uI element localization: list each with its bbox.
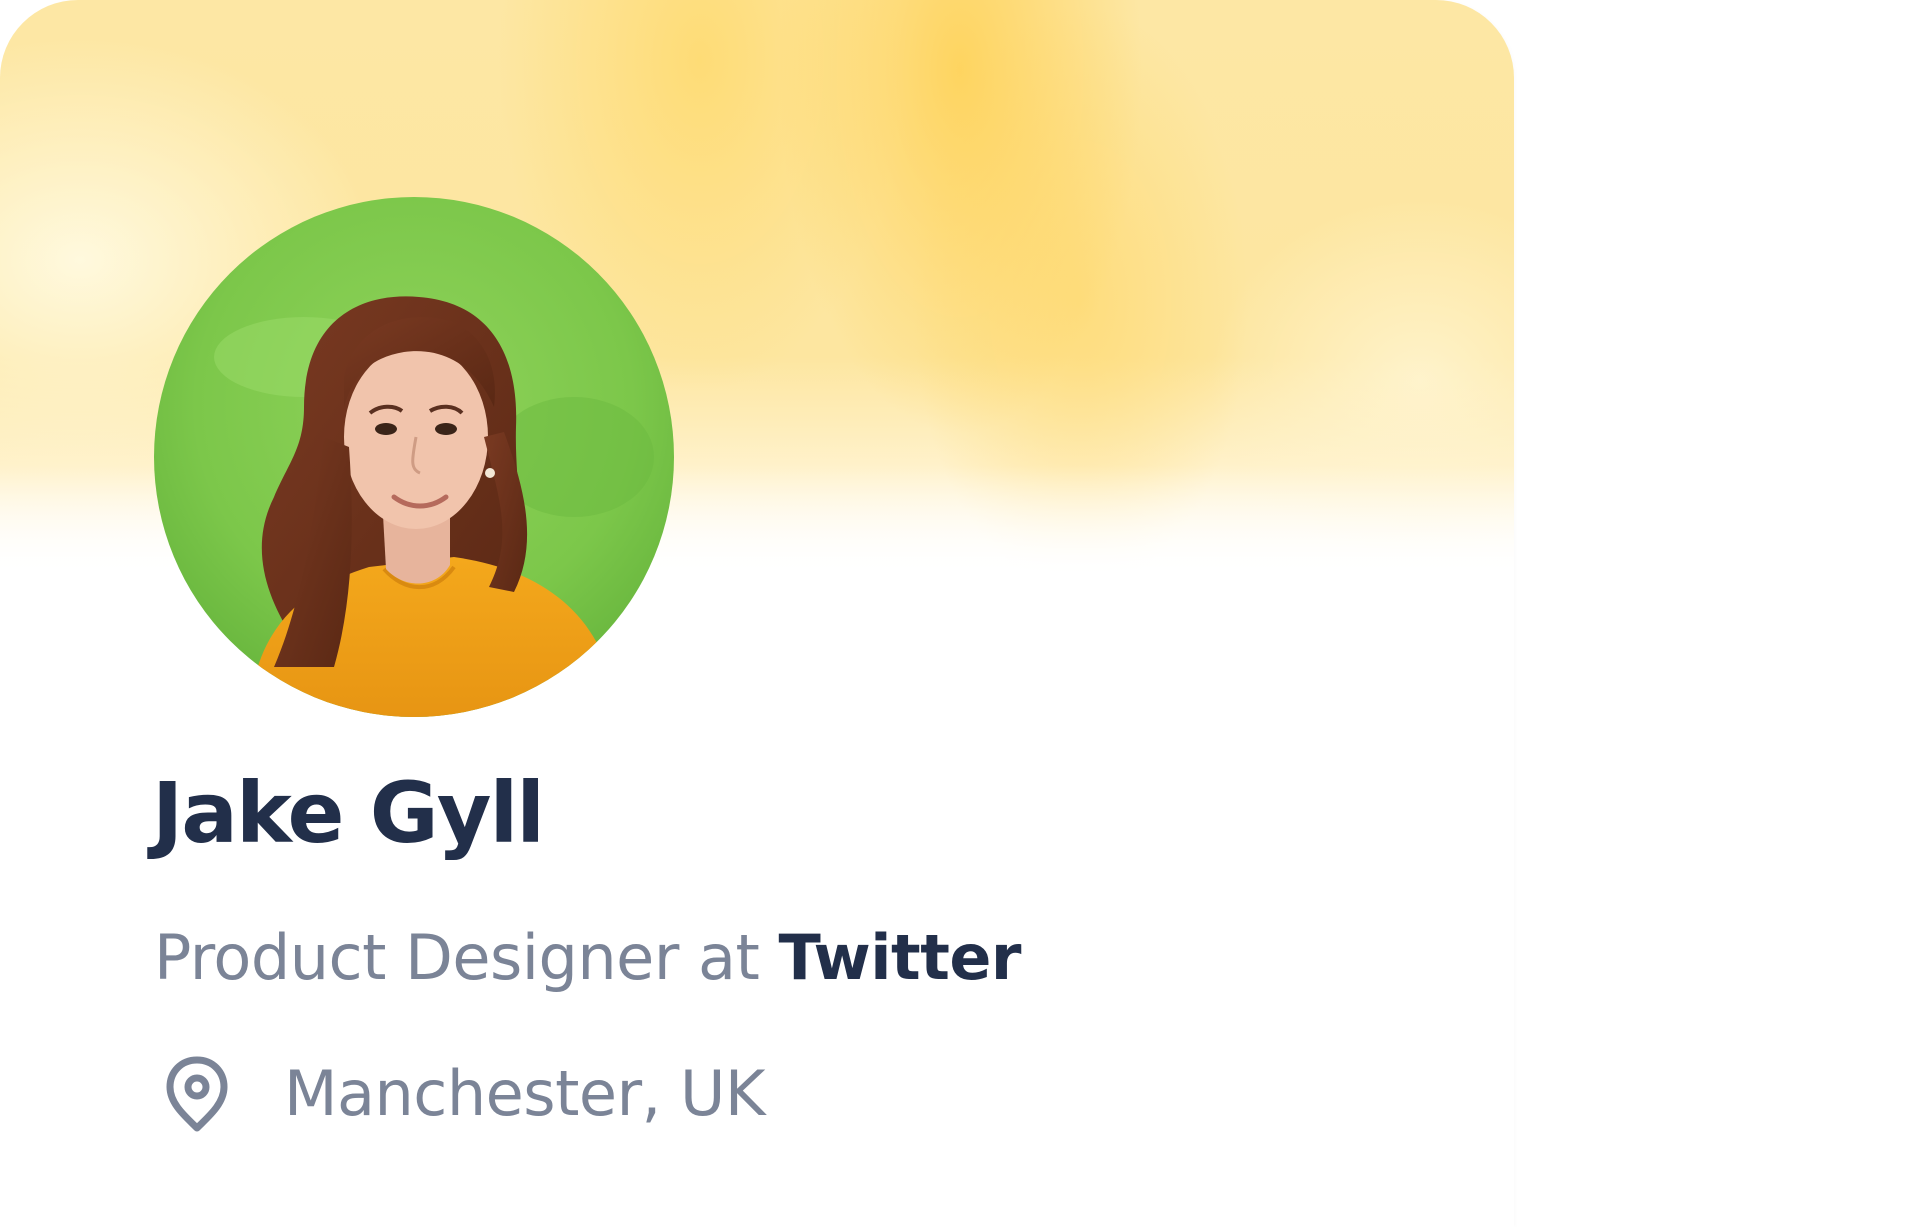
profile-location: Manchester, UK xyxy=(164,1054,766,1134)
profile-card: Jake Gyll Product Designer at Twitter Ma… xyxy=(0,0,1514,1227)
location-text: Manchester, UK xyxy=(284,1057,766,1130)
role-title: Product Designer at xyxy=(154,921,760,994)
avatar xyxy=(154,197,674,717)
profile-role: Product Designer at Twitter xyxy=(154,918,1021,998)
company-name: Twitter xyxy=(778,921,1022,994)
profile-name: Jake Gyll xyxy=(152,764,545,862)
avatar-photo xyxy=(154,197,674,717)
map-pin-icon xyxy=(166,1056,228,1132)
